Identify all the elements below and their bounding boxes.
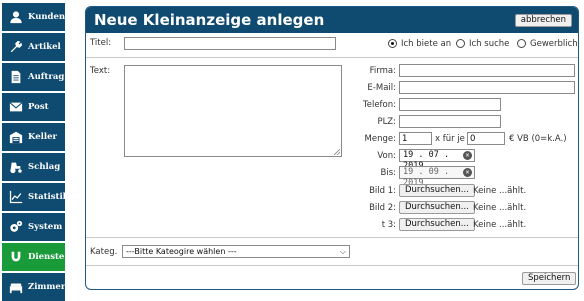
category-selected-value: ---Bitte Kateogire wählen --- — [126, 247, 237, 256]
per-unit-label: x für je — [435, 134, 465, 144]
search-radio[interactable] — [456, 39, 465, 48]
divider — [86, 265, 578, 266]
tractor-icon — [8, 160, 23, 175]
user-icon — [8, 10, 23, 25]
browse-image-1-button[interactable]: Durchsuchen... — [399, 184, 475, 197]
title-label: Titel: — [90, 38, 112, 48]
clear-icon[interactable]: ✕ — [463, 168, 472, 177]
sidebar-item-label: Keller — [28, 132, 57, 142]
title-input[interactable] — [124, 37, 336, 50]
text-area[interactable] — [124, 65, 342, 157]
sidebar-item-post[interactable]: Post — [2, 93, 65, 121]
commercial-radio[interactable] — [517, 39, 526, 48]
sidebar-item-statistik[interactable]: Statistik — [2, 183, 69, 211]
horseshoe-icon — [8, 250, 23, 265]
sidebar-item-label: Dienste — [28, 252, 65, 262]
wrench-icon — [8, 40, 23, 55]
clear-icon[interactable]: ✕ — [463, 151, 472, 160]
image-3-label: t 3: — [381, 220, 396, 230]
image-3-status: Keine ...ählt. — [473, 220, 527, 230]
price-field[interactable] — [467, 132, 505, 145]
image-2-status: Keine ...ählt. — [473, 203, 527, 213]
category-label: Kateg. — [90, 247, 118, 257]
sidebar-item-keller[interactable]: Keller — [2, 123, 65, 151]
phone-field[interactable] — [399, 98, 501, 111]
postcode-field[interactable] — [399, 115, 501, 128]
sidebar-item-artikel[interactable]: Artikel — [2, 33, 65, 61]
email-field[interactable] — [399, 81, 575, 94]
von-label: Von: — [377, 151, 396, 161]
divider — [86, 57, 578, 58]
sidebar-item-kunden[interactable]: Kunden — [2, 3, 65, 31]
gears-icon — [8, 220, 23, 235]
sidebar-item-schlag[interactable]: Schlag — [2, 153, 65, 181]
commercial-radio-label: Gewerblich — [530, 39, 578, 49]
panel-header: Neue Kleinanzeige anlegen abbrechen — [86, 7, 578, 33]
browse-image-3-button[interactable]: Durchsuchen... — [399, 218, 475, 231]
menge-label: Menge: — [364, 134, 396, 144]
sidebar-item-auftrag[interactable]: Auftrag — [2, 63, 65, 91]
image-1-status: Keine ...ählt. — [473, 186, 527, 196]
envelope-icon — [8, 100, 23, 115]
resize-grip-icon[interactable] — [334, 149, 340, 155]
email-label: E-Mail: — [367, 83, 396, 93]
sidebar-item-label: Zimmer — [28, 282, 66, 292]
cancel-button[interactable]: abbrechen — [514, 14, 572, 27]
company-field[interactable] — [399, 64, 575, 77]
warehouse-icon — [8, 130, 23, 145]
firma-label: Firma: — [369, 66, 396, 76]
sidebar-item-label: Schlag — [28, 162, 61, 172]
telefon-label: Telefon: — [362, 100, 396, 110]
chart-icon — [8, 190, 23, 205]
offer-radio[interactable] — [388, 39, 397, 48]
browse-image-2-button[interactable]: Durchsuchen... — [399, 201, 475, 214]
divider — [86, 237, 578, 238]
end-date-field[interactable]: 19 . 09 . 2019 ✕ — [399, 166, 475, 188]
search-radio-label: Ich suche — [469, 39, 510, 49]
image-1-label: Bild 1: — [369, 186, 396, 196]
quantity-field[interactable] — [399, 132, 432, 145]
sidebar-item-label: Kunden — [28, 12, 66, 22]
document-icon — [8, 70, 23, 85]
sidebar-item-label: Artikel — [28, 42, 61, 52]
sidebar-item-system[interactable]: System — [2, 213, 65, 241]
plz-label: PLZ: — [377, 117, 396, 127]
new-classified-ad-panel: Neue Kleinanzeige anlegen abbrechen Tite… — [85, 6, 579, 290]
offer-radio-label: Ich biete an — [401, 39, 452, 49]
sidebar-item-label: Auftrag — [28, 72, 65, 82]
chevron-down-icon: ⌵ — [339, 247, 346, 256]
sidebar-item-dienste[interactable]: Dienste — [2, 243, 65, 271]
save-button[interactable]: Speichern — [522, 272, 577, 285]
sidebar-item-label: System — [28, 222, 63, 232]
text-label: Text: — [90, 66, 111, 76]
currency-label: € VB (0=k.A.) — [509, 134, 567, 144]
bed-icon — [8, 280, 23, 295]
category-select[interactable]: ---Bitte Kateogire wählen --- ⌵ — [122, 245, 350, 258]
sidebar-item-label: Post — [28, 102, 49, 112]
page-title: Neue Kleinanzeige anlegen — [94, 11, 325, 29]
start-date-field[interactable]: 19 . 07 . 2019 ✕ — [399, 149, 475, 171]
sidebar-item-zimmer[interactable]: Zimmer — [2, 273, 65, 301]
sidebar-item-label: Statistik — [28, 192, 69, 202]
sidebar: Kunden Artikel Auftrag Post Keller Schla… — [0, 0, 69, 301]
bis-label: Bis: — [380, 168, 397, 178]
image-2-label: Bild 2: — [369, 203, 396, 213]
